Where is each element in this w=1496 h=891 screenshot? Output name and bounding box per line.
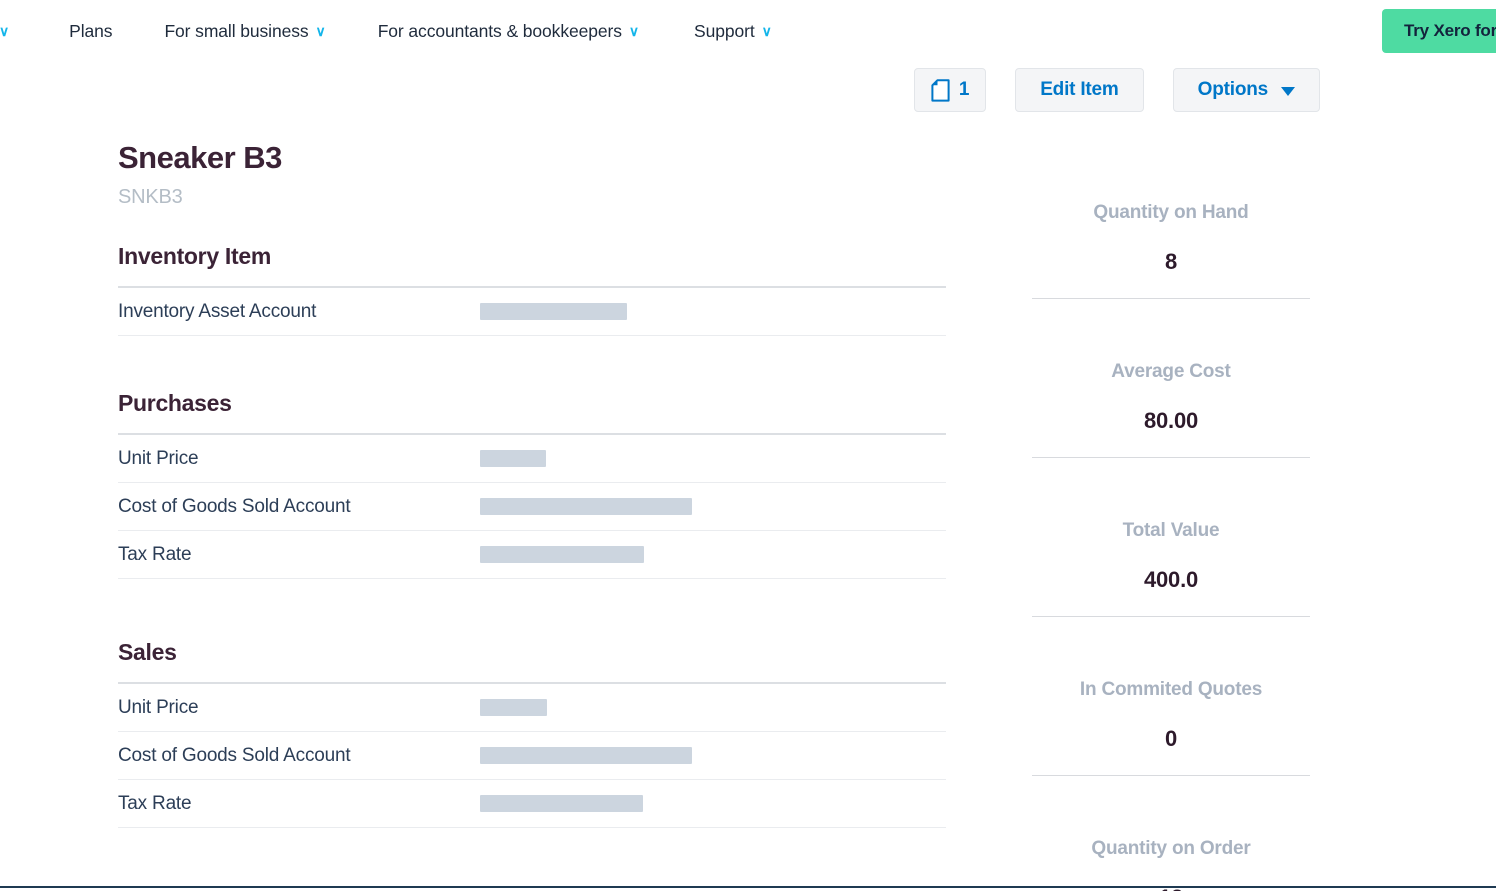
detail-row-label: Cost of Goods Sold Account	[118, 744, 351, 766]
stat-divider	[1032, 775, 1310, 776]
marketing-top-nav: res ∨ Plans For small business ∨ For acc…	[0, 0, 1496, 62]
detail-row: Inventory Asset Account	[118, 288, 946, 336]
nav-item-features[interactable]: res ∨	[0, 21, 9, 42]
nav-item-label: Support	[694, 20, 755, 41]
detail-row: Unit Price	[118, 435, 946, 483]
stat-value: 8	[1164, 249, 1178, 274]
detail-row-value-redacted	[480, 546, 644, 563]
detail-row-label: Cost of Goods Sold Account	[118, 495, 351, 517]
stat-label: Quantity on Order	[1091, 838, 1251, 859]
stat-average-cost: Average Cost 80.00	[1032, 359, 1310, 458]
nav-item-support[interactable]: Support ∨	[694, 21, 772, 42]
nav-item-label: For accountants & bookkeepers	[377, 20, 622, 41]
nav-item-label: For small business	[164, 20, 309, 41]
caret-down-icon	[1281, 86, 1295, 96]
stat-label: Quantity on Hand	[1093, 202, 1249, 223]
item-detail-column: Inventory Item Inventory Asset Account P…	[118, 243, 946, 828]
stat-value: 80.00	[1143, 408, 1199, 433]
detail-row-label: Tax Rate	[118, 543, 192, 565]
section-heading: Inventory Item	[118, 243, 272, 269]
detail-row-label: Unit Price	[118, 696, 199, 718]
edit-item-button[interactable]: Edit Item	[1015, 68, 1144, 112]
section-sales: Sales Unit Price Cost of Goods Sold Acco…	[118, 639, 946, 828]
detail-row-label: Inventory Asset Account	[118, 300, 317, 322]
try-xero-cta-button[interactable]: Try Xero for	[1382, 9, 1496, 53]
section-heading: Sales	[118, 639, 177, 665]
detail-row: Cost of Goods Sold Account	[118, 732, 946, 780]
chevron-down-icon: ∨	[315, 22, 326, 39]
page-bottom-border	[0, 886, 1496, 888]
section-purchases: Purchases Unit Price Cost of Goods Sold …	[118, 390, 946, 579]
stat-quantity-on-order: Quantity on Order 12	[1032, 836, 1310, 891]
stat-label: Total Value	[1122, 520, 1220, 541]
stat-value: 0	[1164, 726, 1178, 751]
detail-row-value-redacted	[480, 498, 692, 515]
stat-quantity-on-hand: Quantity on Hand 8	[1032, 200, 1310, 299]
edit-item-label: Edit Item	[1040, 79, 1119, 100]
detail-row-value-redacted	[480, 450, 546, 467]
inventory-stats-panel: Quantity on Hand 8 Average Cost 80.00 To…	[1032, 200, 1310, 891]
stat-divider	[1032, 298, 1310, 299]
nav-item-list: res ∨ Plans For small business ∨ For acc…	[0, 0, 772, 62]
nav-item-plans[interactable]: Plans	[69, 21, 112, 42]
detail-row-label: Tax Rate	[118, 792, 192, 814]
stat-divider	[1032, 616, 1310, 617]
detail-row: Tax Rate	[118, 780, 946, 828]
chevron-down-icon: ∨	[0, 22, 10, 39]
page-root: res ∨ Plans For small business ∨ For acc…	[0, 0, 1496, 891]
detail-row-value-redacted	[480, 795, 643, 812]
stat-divider	[1032, 457, 1310, 458]
detail-row-value-redacted	[480, 747, 692, 764]
options-button[interactable]: Options	[1172, 68, 1320, 112]
stat-label: In Commited Quotes	[1079, 679, 1263, 700]
item-code: SNKB3	[118, 186, 183, 208]
detail-row: Unit Price	[118, 684, 946, 732]
attachments-count: 1	[958, 79, 970, 100]
stat-in-commited-quotes: In Commited Quotes 0	[1032, 677, 1310, 776]
chevron-down-icon: ∨	[761, 22, 772, 39]
options-label: Options	[1197, 79, 1269, 100]
nav-item-for-accountants-bookkeepers[interactable]: For accountants & bookkeepers ∨	[378, 21, 639, 42]
section-heading: Purchases	[118, 390, 232, 416]
section-inventory-item: Inventory Item Inventory Asset Account	[118, 243, 946, 336]
nav-item-label: Plans	[69, 20, 113, 41]
nav-item-for-small-business[interactable]: For small business ∨	[164, 21, 325, 42]
stat-value: 400.0	[1143, 567, 1199, 592]
page-title: Sneaker B3	[118, 140, 282, 175]
detail-row-value-redacted	[480, 303, 627, 320]
detail-row: Cost of Goods Sold Account	[118, 483, 946, 531]
detail-row-value-redacted	[480, 699, 547, 716]
attachments-button[interactable]: 1	[913, 68, 987, 112]
document-icon	[931, 78, 950, 102]
chevron-down-icon: ∨	[628, 22, 640, 39]
stat-label: Average Cost	[1111, 361, 1231, 382]
stat-total-value: Total Value 400.0	[1032, 518, 1310, 617]
detail-row-label: Unit Price	[118, 447, 199, 469]
detail-row: Tax Rate	[118, 531, 946, 579]
item-action-toolbar: 1 Edit Item Options	[0, 68, 1320, 112]
